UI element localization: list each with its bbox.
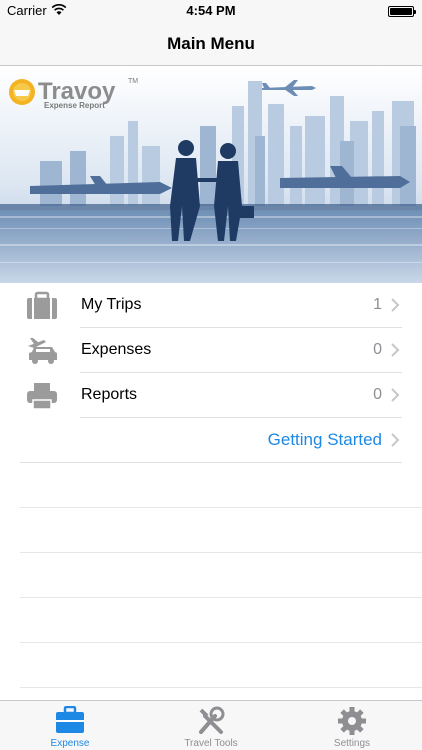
tab-settings[interactable]: Settings xyxy=(282,701,422,750)
chevron-right-icon xyxy=(391,298,400,312)
logo-trademark: TM xyxy=(128,78,138,85)
suitcase-icon xyxy=(56,706,84,733)
navigation-bar: Main Menu xyxy=(0,22,422,66)
city-business-illustration: Travoy Expense Report TM xyxy=(0,66,422,283)
getting-started-label: Getting Started xyxy=(267,430,382,449)
logo-subtitle: Expense Report xyxy=(44,101,105,110)
tab-label: Expense xyxy=(50,738,90,749)
gear-icon xyxy=(338,707,366,735)
plane-car-icon xyxy=(28,338,57,364)
status-time: 4:54 PM xyxy=(186,3,236,18)
menu-item-count: 1 xyxy=(373,296,382,313)
menu-item-count: 0 xyxy=(373,386,382,403)
tab-label: Travel Tools xyxy=(184,738,238,749)
main-menu-list: My Trips 1 Expenses 0 Reports 0 Getting … xyxy=(0,283,422,463)
menu-item-reports[interactable]: Reports 0 xyxy=(0,373,422,418)
empty-row-separator xyxy=(20,642,422,643)
empty-row-separator xyxy=(20,507,422,508)
chevron-right-icon xyxy=(391,388,400,402)
menu-item-label: Reports xyxy=(81,386,138,403)
banner-image: Travoy Expense Report TM xyxy=(0,66,422,283)
empty-row-separator xyxy=(20,687,422,688)
chevron-right-icon xyxy=(391,433,400,447)
tab-label: Settings xyxy=(333,738,371,749)
menu-item-my-trips[interactable]: My Trips 1 xyxy=(0,283,422,328)
empty-row-separator xyxy=(20,597,422,598)
printer-icon xyxy=(27,383,57,410)
empty-row-separator xyxy=(20,552,422,553)
tools-icon xyxy=(199,706,225,734)
menu-item-label: Expenses xyxy=(81,341,152,358)
tab-expense[interactable]: Expense xyxy=(0,701,140,750)
tab-bar: Expense Travel Tools Settings xyxy=(0,700,422,750)
chevron-right-icon xyxy=(391,343,400,357)
tab-travel-tools[interactable]: Travel Tools xyxy=(141,701,281,750)
status-bar: Carrier 4:54 PM xyxy=(0,0,422,22)
getting-started-link[interactable]: Getting Started xyxy=(0,418,422,463)
briefcase-icon xyxy=(27,291,57,319)
menu-item-count: 0 xyxy=(373,341,382,358)
menu-item-label: My Trips xyxy=(81,296,142,313)
menu-item-expenses[interactable]: Expenses 0 xyxy=(0,328,422,373)
battery-icon xyxy=(388,6,416,17)
page-title: Main Menu xyxy=(167,34,255,53)
